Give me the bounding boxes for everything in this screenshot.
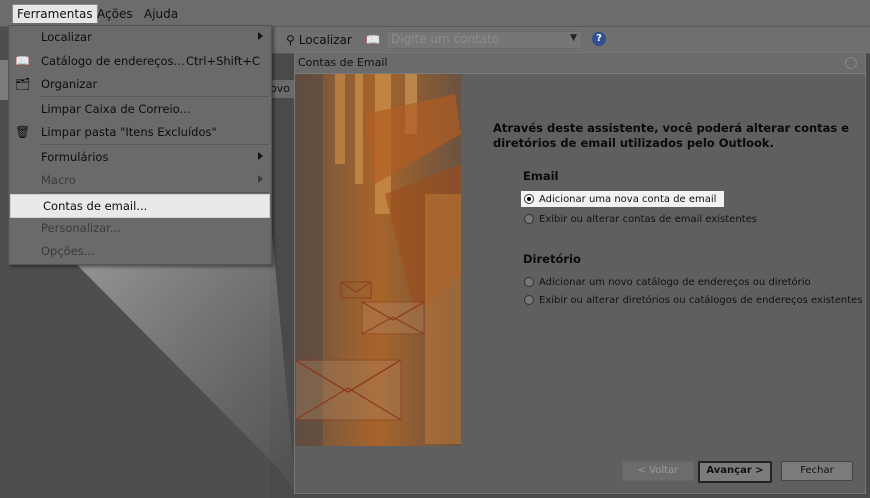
find-icon: ⚲	[286, 33, 295, 47]
menu-item-email-accounts[interactable]: Contas de email...	[10, 194, 270, 218]
menu-item-label: Catálogo de endereços...	[41, 54, 185, 68]
menu-item-options[interactable]: Opções...	[9, 240, 271, 262]
find-button[interactable]: ⚲ Localizar 📖	[286, 33, 381, 47]
menu-item-label: Localizar	[41, 30, 92, 44]
menu-item-label: Macro	[41, 173, 76, 187]
help-icon[interactable]: ?	[592, 32, 606, 46]
menu-item-label: Limpar Caixa de Correio...	[41, 102, 191, 116]
menu-ajuda[interactable]: Ajuda	[140, 5, 182, 23]
submenu-arrow-icon	[258, 175, 263, 183]
submenu-arrow-icon	[258, 152, 263, 160]
menu-item-localizar[interactable]: Localizar	[9, 26, 271, 48]
novo-column-fragment: ovo	[270, 80, 294, 98]
contact-search-input[interactable]: Digite um contato ▼	[386, 31, 582, 49]
menu-item-address-book[interactable]: 📖 Catálogo de endereços... Ctrl+Shift+C	[9, 50, 271, 72]
menu-item-label: Limpar pasta "Itens Excluídos"	[41, 125, 217, 139]
close-icon[interactable]	[845, 57, 857, 69]
radio-view-directories[interactable]: Exibir ou alterar diretórios ou catálogo…	[524, 292, 863, 308]
menu-item-forms[interactable]: Formulários	[9, 146, 271, 168]
submenu-arrow-icon	[258, 32, 263, 40]
menu-separator	[39, 192, 269, 193]
empty-trash-icon: 🗑	[15, 125, 31, 139]
menu-item-label: Opções...	[41, 244, 95, 258]
menu-separator	[39, 96, 269, 97]
menu-item-customize[interactable]: Personalizar...	[9, 217, 271, 239]
address-book-icon: 📖	[15, 54, 30, 68]
envelope-artwork	[295, 74, 461, 446]
menu-item-shortcut: Ctrl+Shift+C	[186, 54, 260, 68]
radio-add-directory[interactable]: Adicionar um novo catálogo de endereços …	[524, 274, 811, 290]
radio-label: Adicionar um novo catálogo de endereços …	[539, 276, 811, 288]
wizard-illustration	[295, 74, 461, 446]
email-accounts-dialog: Contas de Email Através deste assistente…	[294, 52, 866, 494]
address-book-icon[interactable]: 📖	[366, 33, 381, 47]
contact-search-placeholder: Digite um contato	[391, 32, 500, 46]
radio-label: Exibir ou alterar contas de email existe…	[539, 213, 757, 225]
directory-section-heading: Diretório	[523, 252, 581, 266]
menu-item-label: Contas de email...	[43, 199, 148, 213]
close-button[interactable]: Fechar	[781, 461, 853, 481]
dialog-title-bar: Contas de Email	[295, 53, 865, 74]
menu-ferramentas[interactable]: Ferramentas	[12, 4, 98, 23]
radio-label: Adicionar uma nova conta de email	[539, 193, 717, 205]
dialog-title: Contas de Email	[298, 56, 388, 69]
radio-button[interactable]	[524, 214, 534, 224]
menu-item-empty-deleted[interactable]: 🗑 Limpar pasta "Itens Excluídos"	[9, 121, 271, 143]
menu-item-label: Organizar	[41, 77, 98, 91]
dropdown-arrow-icon[interactable]: ▼	[570, 33, 577, 43]
email-section-heading: Email	[523, 169, 559, 183]
wizard-content: Através deste assistente, você poderá al…	[493, 121, 853, 151]
menu-separator	[39, 144, 269, 145]
radio-label: Exibir ou alterar diretórios ou catálogo…	[539, 294, 863, 306]
tools-menu: Localizar 📖 Catálogo de endereços... Ctr…	[8, 25, 272, 265]
back-button[interactable]: < Voltar	[622, 461, 694, 481]
organize-icon: 🗂	[15, 77, 31, 91]
pane-header-strip	[0, 60, 8, 100]
radio-button[interactable]	[524, 295, 534, 305]
menu-item-label: Personalizar...	[41, 221, 121, 235]
find-label: Localizar	[298, 33, 352, 47]
menu-item-organizar[interactable]: 🗂 Organizar	[9, 73, 271, 95]
menu-item-macro[interactable]: Macro	[9, 169, 271, 191]
menu-acoes[interactable]: Ações	[93, 5, 137, 23]
menu-bar: Ferramentas Ações Ajuda	[0, 0, 870, 27]
toolbar: ⚲ Localizar 📖 Digite um contato ▼ ?	[270, 27, 870, 54]
wizard-intro-text: Através deste assistente, você poderá al…	[493, 121, 850, 150]
next-button[interactable]: Avançar >	[698, 461, 772, 483]
radio-button-checked[interactable]	[524, 194, 534, 204]
radio-add-email-account[interactable]: Adicionar uma nova conta de email	[521, 191, 725, 207]
radio-view-email-accounts[interactable]: Exibir ou alterar contas de email existe…	[524, 211, 757, 227]
radio-button[interactable]	[524, 277, 534, 287]
menu-item-clean-mailbox[interactable]: Limpar Caixa de Correio...	[9, 98, 271, 120]
menu-item-label: Formulários	[41, 150, 109, 164]
